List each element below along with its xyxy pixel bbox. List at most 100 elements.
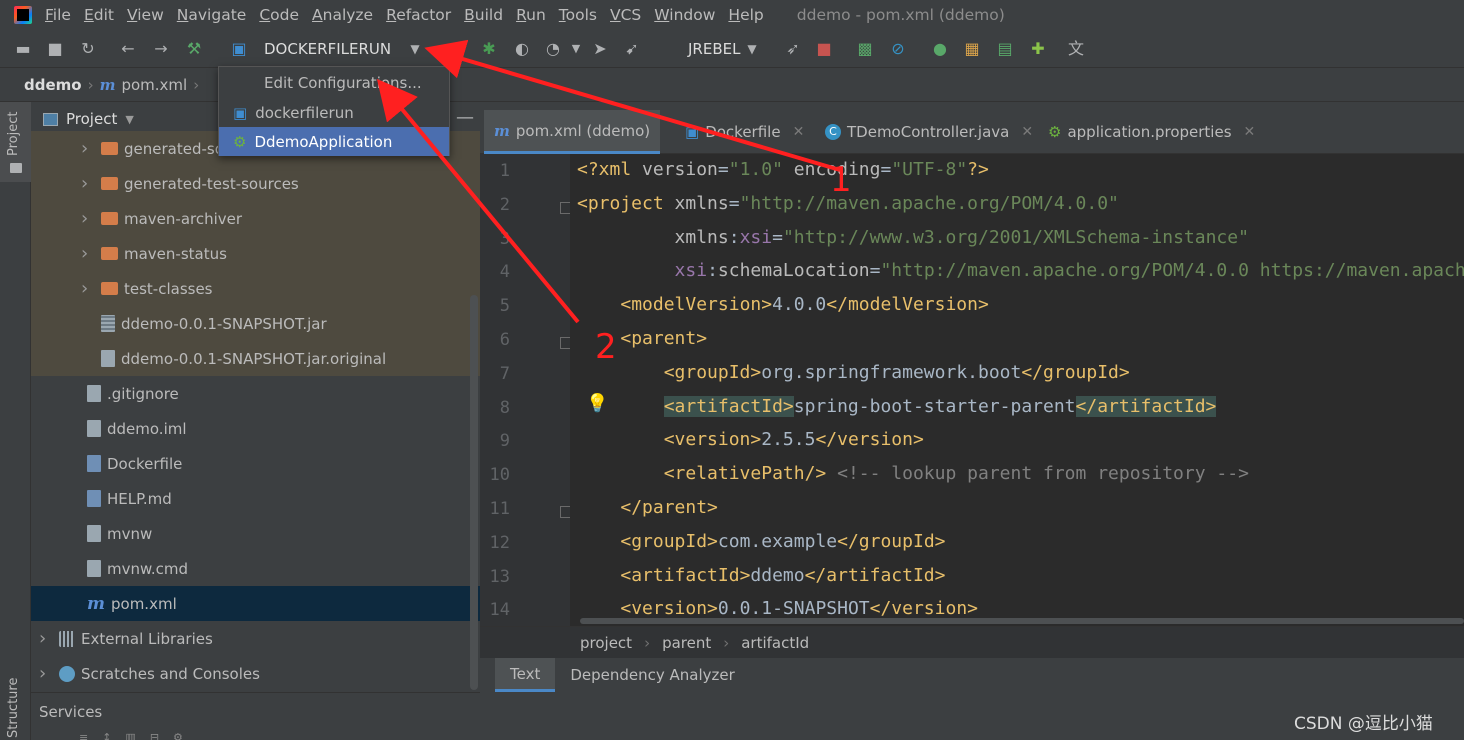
menu-file[interactable]: File bbox=[45, 6, 71, 24]
forward-icon[interactable]: → bbox=[151, 39, 171, 59]
jrebel-selector[interactable]: JREBEL bbox=[688, 40, 740, 58]
lightbulb-icon[interactable]: 💡 bbox=[586, 393, 608, 414]
structure-icon[interactable]: ▦ bbox=[962, 39, 982, 59]
chevron-right-icon[interactable]: › bbox=[81, 243, 93, 264]
dropdown-dockerfilerun[interactable]: ▣ dockerfilerun bbox=[219, 98, 449, 127]
run-config-selector[interactable]: DOCKERFILERUN bbox=[264, 40, 391, 58]
save-icon[interactable]: ■ bbox=[45, 39, 65, 59]
menu-view[interactable]: View bbox=[127, 6, 164, 24]
code-token: <artifactId> bbox=[663, 395, 794, 417]
tree-item[interactable]: › Scratches and Consoles bbox=[31, 656, 480, 691]
tab-text[interactable]: Text bbox=[495, 658, 556, 692]
menu-window[interactable]: Window bbox=[654, 6, 715, 24]
minimize-icon[interactable]: — bbox=[456, 107, 474, 128]
tree-item[interactable]: › maven-archiver bbox=[31, 201, 480, 236]
tab-pom-xml[interactable]: m pom.xml (ddemo) bbox=[484, 110, 661, 154]
chevron-right-icon[interactable]: › bbox=[81, 278, 93, 299]
code-token: 0.0.1-SNAPSHOT bbox=[717, 598, 870, 620]
chevron-right-icon[interactable]: › bbox=[39, 663, 51, 684]
chevron-right-icon: › bbox=[723, 633, 730, 652]
xml-crumb-artifactid[interactable]: artifactId bbox=[741, 634, 809, 652]
monitor-icon[interactable]: ▩ bbox=[855, 39, 875, 59]
tree-item[interactable]: HELP.md bbox=[31, 481, 480, 516]
translate-icon[interactable]: 文 bbox=[1066, 39, 1086, 59]
maven-icon: m bbox=[87, 593, 105, 614]
close-icon[interactable]: ✕ bbox=[1244, 124, 1256, 140]
chevron-right-icon[interactable]: › bbox=[81, 138, 93, 159]
profile-icon[interactable]: ◔ bbox=[543, 39, 563, 59]
layout-icon[interactable]: ▤ bbox=[995, 39, 1015, 59]
jrebel-chevron-icon[interactable]: ▼ bbox=[742, 39, 762, 59]
menu-tools[interactable]: Tools bbox=[559, 6, 597, 24]
chevron-down-icon[interactable]: ▼ bbox=[405, 39, 425, 59]
back-icon[interactable]: ← bbox=[118, 39, 138, 59]
code-line: <modelVersion>4.0.0</modelVersion> bbox=[577, 294, 988, 315]
menu-run[interactable]: Run bbox=[516, 6, 546, 24]
menu-refactor[interactable]: Refactor bbox=[386, 6, 451, 24]
tree-item[interactable]: m pom.xml bbox=[31, 586, 480, 621]
no-entry-icon[interactable]: ⊘ bbox=[888, 39, 908, 59]
tree-item[interactable]: ddemo.iml bbox=[31, 411, 480, 446]
tab-dependency-analyzer[interactable]: Dependency Analyzer bbox=[555, 658, 749, 692]
menu-analyze[interactable]: Analyze bbox=[312, 6, 373, 24]
tree-item[interactable]: mvnw bbox=[31, 516, 480, 551]
code-token: version bbox=[642, 159, 718, 180]
tab-tdemocontroller[interactable]: C TDemoController.java ✕ bbox=[815, 110, 1043, 154]
search-dot-icon[interactable]: ● bbox=[930, 39, 950, 59]
services-toolbar-icons[interactable]: ≡↕▥⊟⚙ bbox=[79, 731, 239, 740]
tree-item[interactable]: › generated-test-sources bbox=[31, 166, 480, 201]
tree-item[interactable]: Dockerfile bbox=[31, 446, 480, 481]
project-tool-label[interactable]: Project bbox=[6, 112, 21, 156]
profile-dropdown-icon[interactable]: ▼ bbox=[566, 39, 586, 59]
chevron-right-icon[interactable]: › bbox=[39, 628, 51, 649]
code-editor[interactable]: <?xml version="1.0" encoding="UTF-8"?> <p… bbox=[570, 154, 1464, 626]
xml-crumb-parent[interactable]: parent bbox=[662, 634, 711, 652]
structure-tool-label[interactable]: Structure bbox=[6, 678, 21, 738]
tree-item[interactable]: mvnw.cmd bbox=[31, 551, 480, 586]
tree-item[interactable]: › External Libraries bbox=[31, 621, 480, 656]
tab-application-properties[interactable]: ⚙ application.properties ✕ bbox=[1038, 110, 1265, 154]
code-line: </parent> bbox=[577, 497, 718, 518]
jrebel-run-icon[interactable]: ➤ bbox=[590, 39, 610, 59]
editor-horizontal-scrollbar[interactable] bbox=[580, 618, 1464, 624]
folder-icon bbox=[101, 177, 118, 190]
dropdown-ddemoapplication[interactable]: ⚙ DdemoApplication bbox=[219, 127, 449, 156]
jrebel-debug-icon[interactable]: ➹ bbox=[622, 39, 642, 59]
chevron-right-icon[interactable]: › bbox=[81, 173, 93, 194]
plugin-icon[interactable]: ✚ bbox=[1028, 39, 1048, 59]
coverage-icon[interactable]: ◐ bbox=[512, 39, 532, 59]
breadcrumb-project[interactable]: ddemo bbox=[24, 76, 82, 94]
menu-code[interactable]: Code bbox=[259, 6, 299, 24]
tab-label: Dockerfile bbox=[705, 123, 781, 141]
xml-crumb-project[interactable]: project bbox=[580, 634, 632, 652]
menu-build[interactable]: Build bbox=[464, 6, 503, 24]
services-label[interactable]: Services bbox=[39, 703, 102, 721]
project-view-selector[interactable]: Project bbox=[66, 110, 117, 128]
run-icon[interactable]: ▶ bbox=[447, 39, 467, 59]
menu-navigate[interactable]: Navigate bbox=[177, 6, 247, 24]
tab-dockerfile[interactable]: ▣ Dockerfile ✕ bbox=[675, 110, 814, 154]
build-hammer-icon[interactable]: ⚒ bbox=[184, 39, 204, 59]
menu-edit[interactable]: Edit bbox=[84, 6, 114, 24]
dropdown-edit-configurations[interactable]: Edit Configurations... bbox=[219, 68, 449, 97]
tree-item[interactable]: ddemo-0.0.1-SNAPSHOT.jar bbox=[31, 306, 480, 341]
code-line: <artifactId>ddemo</artifactId> bbox=[577, 565, 945, 586]
stop-icon[interactable]: ■ bbox=[814, 39, 834, 59]
close-icon[interactable]: ✕ bbox=[1021, 124, 1033, 140]
tree-item[interactable]: .gitignore bbox=[31, 376, 480, 411]
breadcrumb-file[interactable]: pom.xml bbox=[121, 76, 187, 94]
menu-vcs[interactable]: VCS bbox=[610, 6, 641, 24]
update-icon[interactable]: ➶ bbox=[783, 39, 803, 59]
menu-help[interactable]: Help bbox=[728, 6, 763, 24]
chevron-down-icon[interactable]: ▼ bbox=[125, 113, 133, 126]
open-icon[interactable]: ▬ bbox=[13, 39, 33, 59]
project-scrollbar[interactable] bbox=[470, 295, 478, 690]
chevron-right-icon[interactable]: › bbox=[81, 208, 93, 229]
close-icon[interactable]: ✕ bbox=[793, 124, 805, 140]
sync-icon[interactable]: ↻ bbox=[78, 39, 98, 59]
tree-item[interactable]: › maven-status bbox=[31, 236, 480, 271]
debug-icon[interactable]: ✱ bbox=[479, 39, 499, 59]
tree-item[interactable]: ddemo-0.0.1-SNAPSHOT.jar.original bbox=[31, 341, 480, 376]
tree-item[interactable]: › test-classes bbox=[31, 271, 480, 306]
